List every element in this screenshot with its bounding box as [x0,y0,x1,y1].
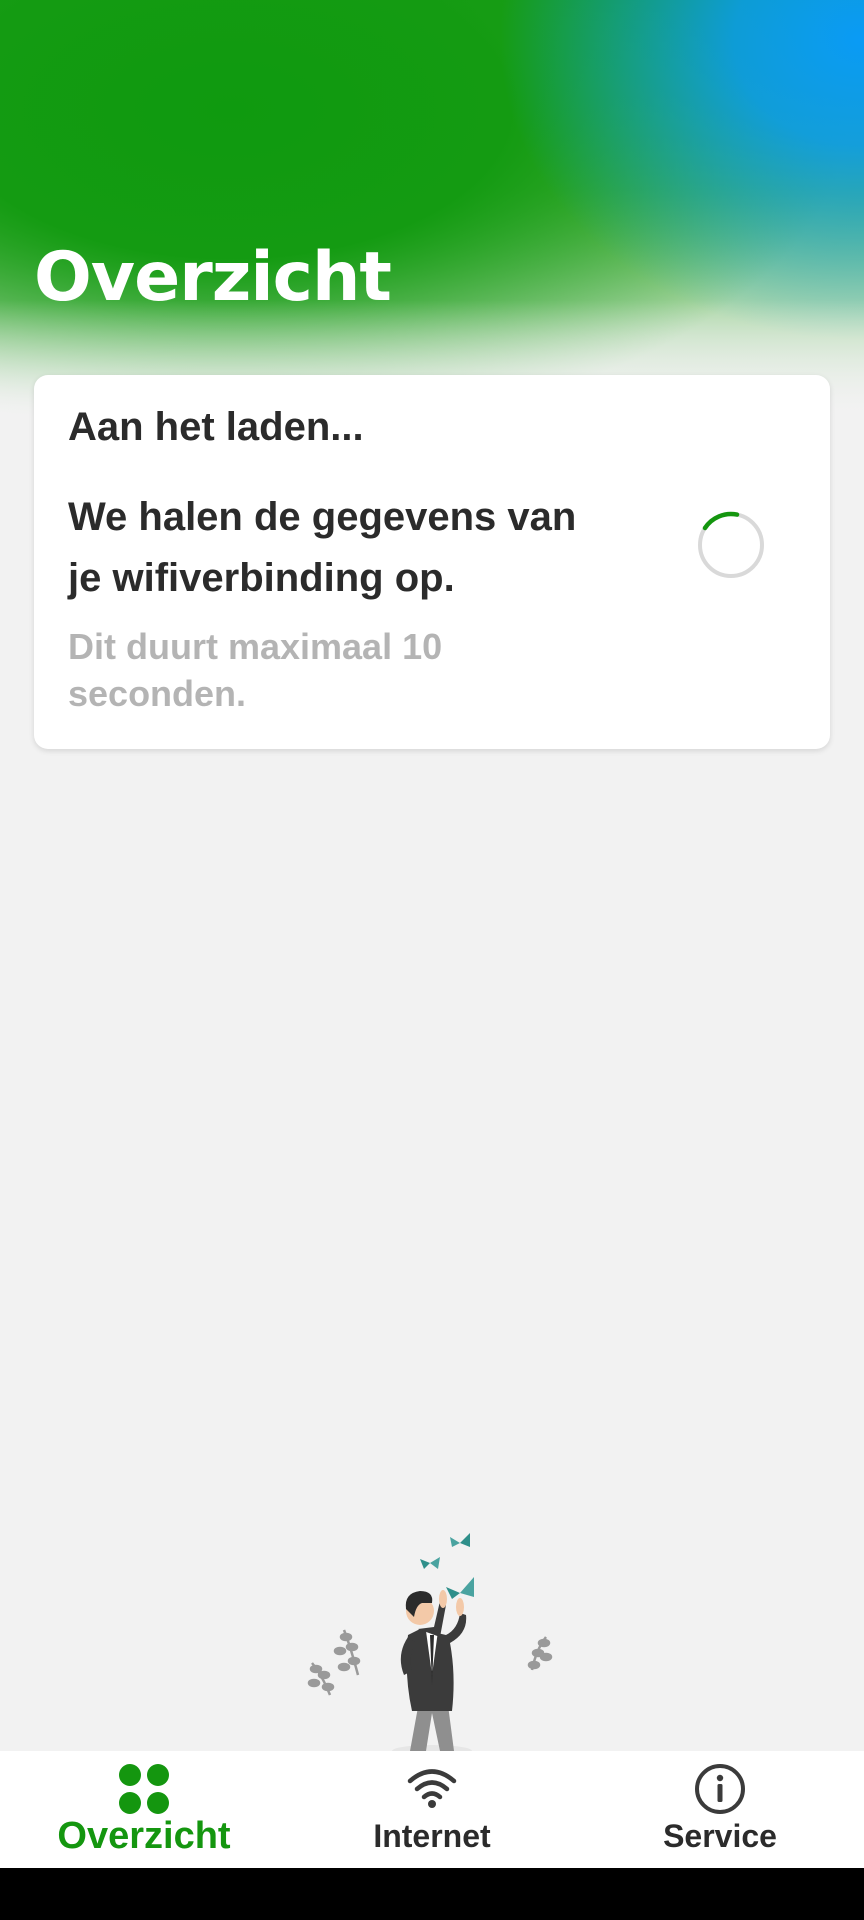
info-icon [694,1763,746,1815]
loading-spinner-icon [698,511,764,578]
man-with-butterflies-illustration [307,1533,553,1751]
app-screen: Overzicht Aan het laden... We halen de g… [0,0,864,1920]
nav-label-overzicht: Overzicht [57,1815,231,1857]
header-background [0,0,864,420]
loading-card: Aan het laden... We halen de gegevens va… [34,375,830,749]
nav-item-overzicht[interactable]: Overzicht [0,1751,288,1868]
nav-item-internet[interactable]: Internet [288,1751,576,1868]
page-title: Overzicht [34,238,392,317]
loading-card-message: We halen de gegevens van je wifiverbindi… [68,495,577,600]
system-navigation-bar [0,1868,864,1920]
nav-label-service: Service [663,1818,777,1854]
wifi-icon [407,1763,457,1815]
nav-item-service[interactable]: Service [576,1751,864,1868]
nav-label-internet: Internet [373,1818,491,1854]
bottom-navigation: Overzicht Internet Service [0,1751,864,1868]
loading-card-title: Aan het laden... [68,405,364,449]
loading-card-note: Dit duurt maximaal 10 seconden. [68,626,443,714]
overview-grid-icon [118,1763,170,1815]
